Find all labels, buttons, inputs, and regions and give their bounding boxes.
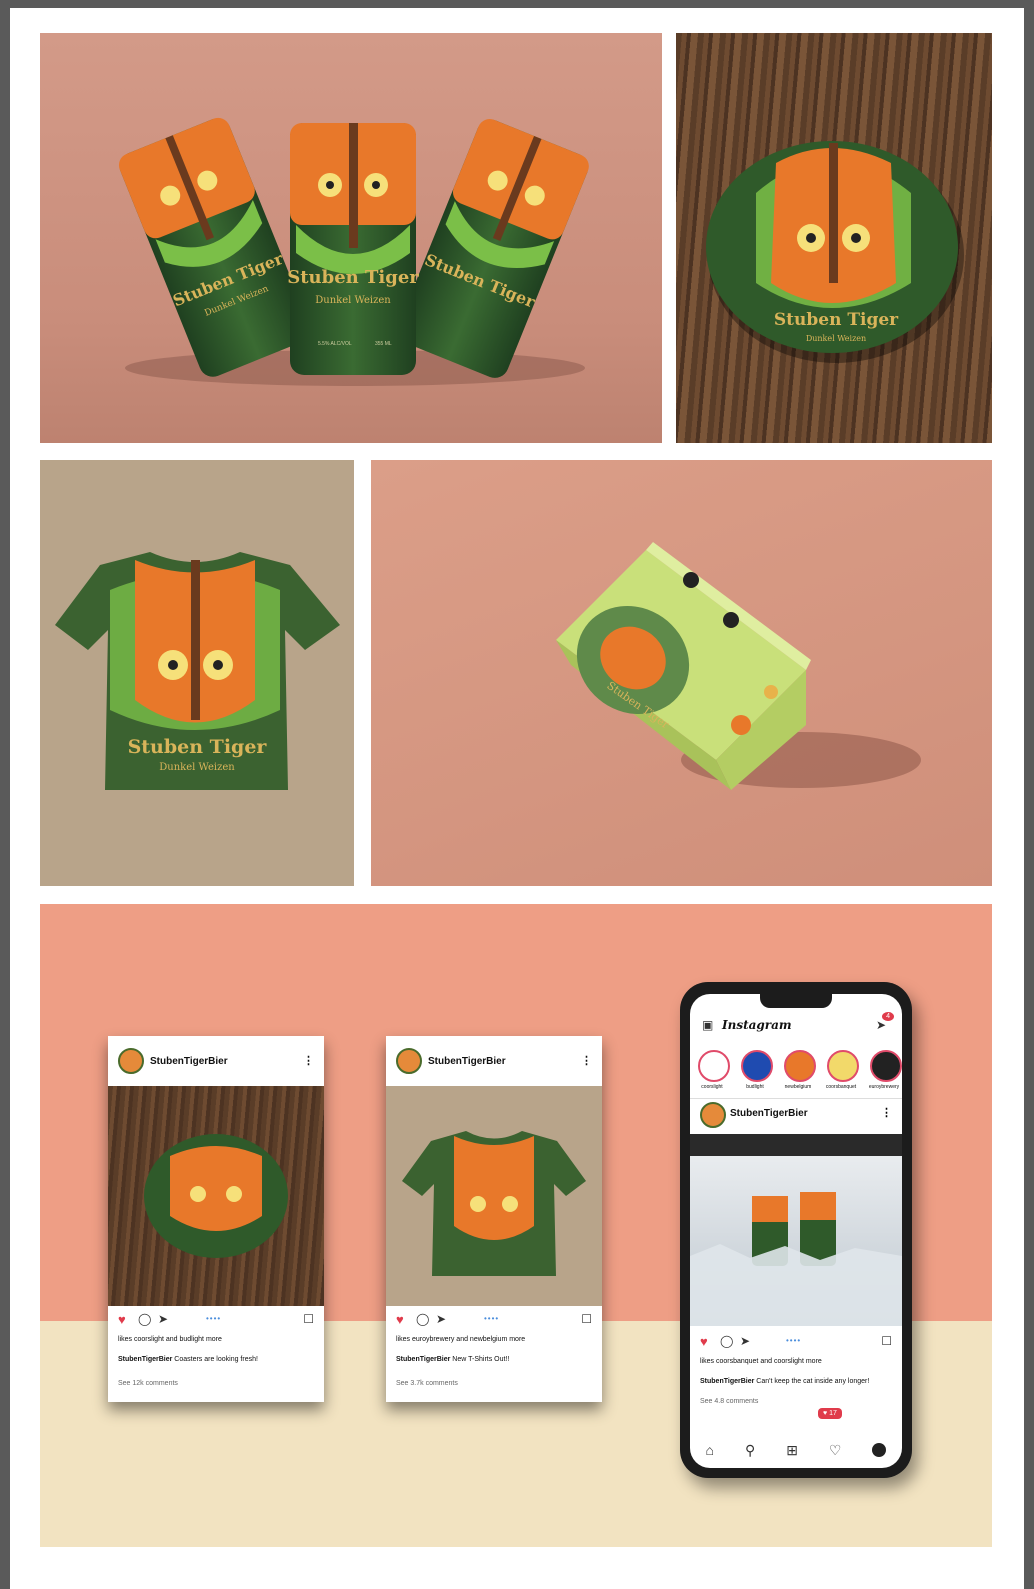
post-header: StubenTigerBier ⋮	[386, 1036, 602, 1086]
story-newbelgium[interactable]	[784, 1050, 816, 1082]
story-euroybrewery[interactable]	[870, 1050, 902, 1082]
box-mockup-panel: Stuben Tiger	[371, 460, 992, 886]
comments-link[interactable]: See 12k comments	[118, 1380, 178, 1387]
coaster-mockup-panel: Stuben Tiger Dunkel Weizen	[676, 33, 992, 443]
story-coorsbanquet[interactable]	[827, 1050, 859, 1082]
post-username[interactable]: StubenTigerBier	[150, 1056, 228, 1067]
story-coorslight[interactable]	[698, 1050, 730, 1082]
post-caption: StubenTigerBier Coasters are looking fre…	[118, 1356, 258, 1363]
home-icon[interactable]: ⌂	[705, 1442, 713, 1458]
bookmark-icon[interactable]: ☐	[303, 1312, 314, 1326]
story-label: newbelgium	[784, 1084, 812, 1090]
caption-text: Can't keep the cat inside any longer!	[756, 1378, 870, 1385]
post-header: StubenTigerBier ⋮	[108, 1036, 324, 1086]
search-icon[interactable]: ⚲	[745, 1442, 755, 1459]
post-image-coaster[interactable]	[108, 1086, 324, 1306]
carousel-dots: ••••	[484, 1314, 500, 1323]
heart-icon[interactable]: ♥	[118, 1312, 126, 1327]
can-center-brand: Stuben Tiger	[287, 267, 419, 288]
add-post-icon[interactable]: ⊞	[786, 1442, 798, 1459]
like-notification-badge: ♥ 17	[818, 1408, 842, 1419]
liked-by-text: likes coorsbanquet and coorslight more	[700, 1358, 822, 1365]
comment-icon[interactable]: ◯	[720, 1334, 733, 1348]
share-icon[interactable]: ➤	[740, 1334, 750, 1348]
shirt-style: Dunkel Weizen	[159, 762, 235, 773]
instagram-post-coaster: StubenTigerBier ⋮ ♥ ◯ ➤ •••• ☐ likes coo…	[108, 1036, 324, 1402]
avatar[interactable]	[118, 1048, 144, 1074]
carousel-dots: ••••	[206, 1314, 222, 1323]
coaster-brand: Stuben Tiger	[774, 310, 899, 330]
liked-by-text: likes euroybrewery and newbelgium more	[396, 1336, 526, 1343]
more-options-icon[interactable]: ⋮	[581, 1054, 592, 1067]
bottom-tab-bar: ⌂ ⚲ ⊞ ♡	[690, 1432, 902, 1468]
instagram-post-shirt: StubenTigerBier ⋮ ♥ ◯ ➤ •••• ☐ likes eur…	[386, 1036, 602, 1402]
avatar[interactable]	[396, 1048, 422, 1074]
avatar[interactable]	[700, 1102, 726, 1128]
comments-link[interactable]: See 4.8 comments	[700, 1398, 758, 1405]
share-icon[interactable]: ➤	[436, 1312, 446, 1326]
activity-heart-icon[interactable]: ♡	[829, 1442, 842, 1459]
like-count: 17	[829, 1410, 837, 1417]
heart-icon[interactable]: ♥	[700, 1334, 708, 1349]
shirt-brand: Stuben Tiger	[128, 736, 268, 758]
post-caption: StubenTigerBier New T-Shirts Out!!	[396, 1356, 509, 1363]
post-username[interactable]: StubenTigerBier	[730, 1108, 808, 1119]
post-actions: ♥ ◯ ➤ •••• ☐	[108, 1312, 324, 1330]
story-label: coorsbanquet	[825, 1084, 857, 1090]
bookmark-icon[interactable]: ☐	[881, 1334, 892, 1348]
divider	[690, 1098, 902, 1099]
caption-text: New T-Shirts Out!!	[452, 1356, 510, 1363]
story-label: budlight	[746, 1084, 764, 1090]
comments-link[interactable]: See 3.7k comments	[396, 1380, 458, 1387]
liked-by-text: likes coorslight and budlight more	[118, 1336, 222, 1343]
more-options-icon[interactable]: ⋮	[303, 1054, 314, 1067]
can-volume: 355 ML	[375, 341, 392, 347]
post-image-shirt[interactable]	[386, 1086, 602, 1306]
app-title: Instagram	[722, 1018, 792, 1032]
camera-icon[interactable]: ▣	[702, 1018, 713, 1032]
comment-icon[interactable]: ◯	[138, 1312, 151, 1326]
phone-screen: ▣ Instagram ➤ 4 coorslight budlight newb…	[690, 994, 902, 1468]
share-icon[interactable]: ➤	[158, 1312, 168, 1326]
carousel-dots: ••••	[786, 1336, 802, 1345]
heart-icon[interactable]: ♥	[396, 1312, 404, 1327]
bookmark-icon[interactable]: ☐	[581, 1312, 592, 1326]
phone-mockup: ▣ Instagram ➤ 4 coorslight budlight newb…	[680, 982, 912, 1478]
caption-username[interactable]: StubenTigerBier	[700, 1378, 754, 1385]
can-center-style: Dunkel Weizen	[315, 295, 391, 306]
post-caption: StubenTigerBier Can't keep the cat insid…	[700, 1378, 869, 1385]
more-options-icon[interactable]: ⋮	[881, 1106, 892, 1119]
notification-badge: 4	[882, 1012, 894, 1021]
social-media-panel: StubenTigerBier ⋮ ♥ ◯ ➤ •••• ☐ likes coo…	[40, 904, 992, 1547]
caption-username[interactable]: StubenTigerBier	[396, 1356, 450, 1363]
post-actions: ♥ ◯ ➤ •••• ☐	[386, 1312, 602, 1330]
comment-icon[interactable]: ◯	[416, 1312, 429, 1326]
can-abv: 5.5% ALC/VOL	[318, 341, 352, 347]
profile-icon[interactable]	[872, 1443, 887, 1457]
story-budlight[interactable]	[741, 1050, 773, 1082]
coaster-style: Dunkel Weizen	[806, 334, 866, 343]
cans-mockup-panel: Stuben Tiger Dunkel Weizen Stuben Tiger …	[40, 33, 662, 443]
post-username[interactable]: StubenTigerBier	[428, 1056, 506, 1067]
caption-text: Coasters are looking fresh!	[174, 1356, 258, 1363]
shirt-mockup-panel: Stuben Tiger Dunkel Weizen	[40, 460, 354, 886]
portfolio-sheet: Stuben Tiger Dunkel Weizen Stuben Tiger …	[10, 8, 1024, 1589]
caption-username[interactable]: StubenTigerBier	[118, 1356, 172, 1363]
story-label: euroybrewery	[868, 1084, 900, 1090]
post-image-cans-on-ice[interactable]	[690, 1134, 902, 1326]
story-label: coorslight	[701, 1084, 723, 1090]
phone-notch	[760, 994, 832, 1008]
